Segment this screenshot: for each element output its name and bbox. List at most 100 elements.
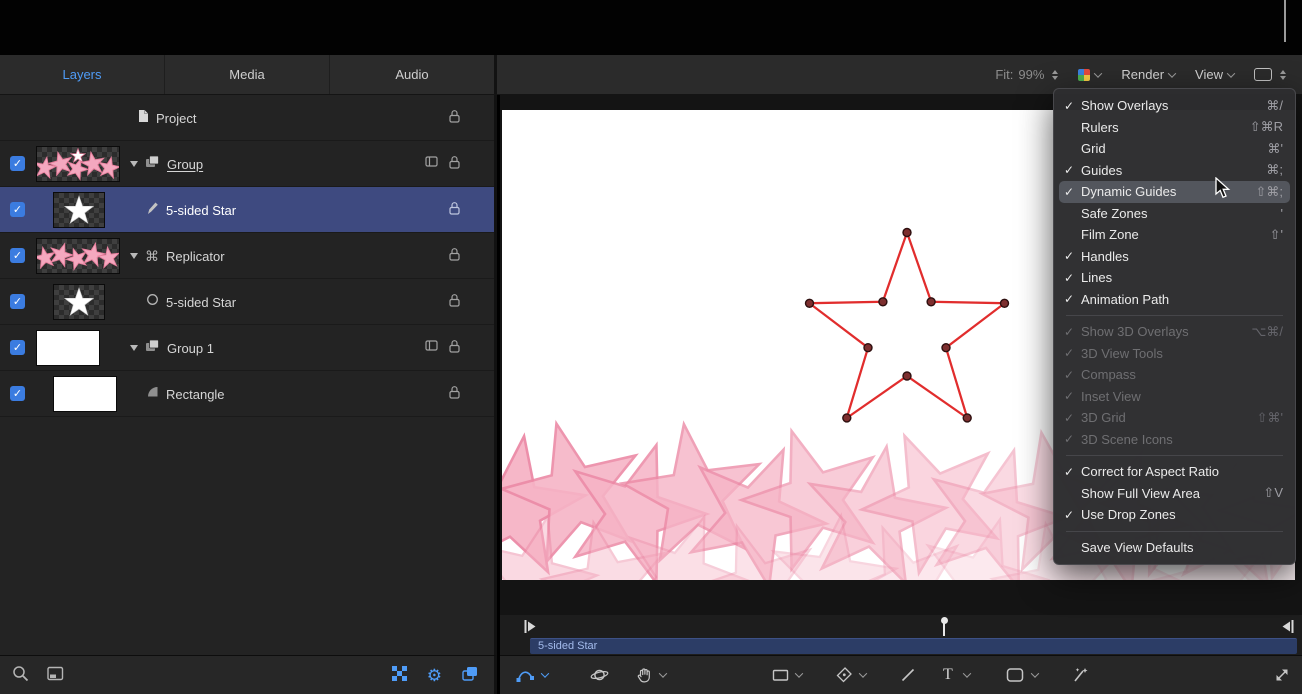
layer-label: Group 1 xyxy=(167,341,214,356)
menu-item-dynamic-guides[interactable]: ✓Dynamic Guides⇧⌘; xyxy=(1059,181,1290,203)
disclosure-triangle[interactable] xyxy=(130,253,138,259)
menu-anchor-line xyxy=(1284,0,1286,42)
fit-control[interactable]: Fit: 99% xyxy=(995,67,1058,82)
tab-audio[interactable]: Audio xyxy=(330,55,494,94)
layer-row-5-sided-star[interactable]: ✓ 5-sided Star xyxy=(0,187,494,233)
tab-media[interactable]: Media xyxy=(165,55,330,94)
menu-item-correct-for-aspect-ratio[interactable]: ✓Correct for Aspect Ratio xyxy=(1059,461,1290,483)
layer-label: Group xyxy=(167,157,203,172)
fit-value: 99% xyxy=(1018,67,1044,82)
bezier-tool-chevron-icon[interactable] xyxy=(860,672,866,678)
fit-stepper-icon[interactable] xyxy=(1052,70,1058,80)
panel-tabs: Layers Media Audio xyxy=(0,55,497,94)
lock-icon[interactable] xyxy=(448,155,461,174)
group-badge-icon[interactable] xyxy=(425,339,438,357)
visibility-checkbox[interactable]: ✓ xyxy=(10,294,25,309)
behaviors-gear-icon[interactable]: ⚙ xyxy=(427,667,442,684)
visibility-checkbox[interactable]: ✓ xyxy=(10,202,25,217)
playhead[interactable] xyxy=(943,618,945,636)
tab-layers[interactable]: Layers xyxy=(0,55,165,94)
selected-star-outline[interactable] xyxy=(809,233,1004,419)
menu-item-show-3d-overlays: ✓Show 3D Overlays⌥⌘/ xyxy=(1059,321,1290,343)
search-icon[interactable] xyxy=(12,665,29,687)
replicator-icon: ⌘ xyxy=(145,249,159,263)
menu-item-handles[interactable]: ✓Handles xyxy=(1059,246,1290,268)
mini-timeline: 5-sided Star xyxy=(500,615,1302,655)
adjust-wand-icon[interactable] xyxy=(1072,667,1090,684)
disclosure-triangle[interactable] xyxy=(130,161,138,167)
lock-icon[interactable] xyxy=(448,109,461,128)
menu-item-animation-path[interactable]: ✓Animation Path xyxy=(1059,289,1290,311)
layer-label: 5-sided Star xyxy=(166,203,236,218)
menu-separator xyxy=(1066,531,1283,532)
layer-thumbnail xyxy=(36,330,100,366)
menu-item-show-overlays[interactable]: ✓Show Overlays⌘/ xyxy=(1059,95,1290,117)
line-tool[interactable] xyxy=(900,667,916,683)
menu-item-lines[interactable]: ✓Lines xyxy=(1059,267,1290,289)
layout-stepper-icon xyxy=(1280,70,1286,80)
pan-tool-chevron-icon[interactable] xyxy=(660,672,666,678)
menu-item-3d-grid: ✓3D Grid⇧⌘' xyxy=(1059,407,1290,429)
menu-item-film-zone[interactable]: Film Zone⇧' xyxy=(1059,224,1290,246)
layer-row-project[interactable]: Project xyxy=(0,95,494,141)
visibility-checkbox[interactable]: ✓ xyxy=(10,248,25,263)
visibility-checkbox[interactable]: ✓ xyxy=(10,340,25,355)
layer-row-replicator[interactable]: ✓ ⌘ Replicator xyxy=(0,233,494,279)
drop-zone-tool[interactable] xyxy=(1006,667,1024,684)
menu-item-rulers[interactable]: Rulers⇧⌘R xyxy=(1059,117,1290,139)
layer-row-5-sided-star-2[interactable]: ✓ 5-sided Star xyxy=(0,279,494,325)
motion-window: Layers Media Audio Fit: 99% Render View xyxy=(0,0,1302,694)
text-tool-chevron-icon[interactable] xyxy=(964,672,970,678)
view-options-menu: ✓Show Overlays⌘/ Rulers⇧⌘R Grid⌘' ✓Guide… xyxy=(1053,88,1296,565)
rectangle-tool-chevron-icon[interactable] xyxy=(796,672,802,678)
lock-icon[interactable] xyxy=(448,385,461,404)
play-range-in-marker[interactable] xyxy=(524,619,537,639)
lock-icon[interactable] xyxy=(448,247,461,266)
menu-item-compass: ✓Compass xyxy=(1059,364,1290,386)
view-layout-control[interactable] xyxy=(1254,68,1286,81)
timeline-track-bar[interactable]: 5-sided Star xyxy=(530,638,1297,654)
disclosure-triangle[interactable] xyxy=(130,345,138,351)
menu-item-3d-scene-icons: ✓3D Scene Icons xyxy=(1059,429,1290,451)
visibility-checkbox[interactable]: ✓ xyxy=(10,386,25,401)
layer-row-group-1[interactable]: ✓ Group 1 xyxy=(0,325,494,371)
text-tool[interactable]: T xyxy=(943,666,953,684)
rectangle-shape-icon xyxy=(146,385,159,403)
mouse-cursor xyxy=(1214,177,1231,204)
star-vertex-handles[interactable] xyxy=(806,229,1009,422)
menu-item-guides[interactable]: ✓Guides⌘; xyxy=(1059,160,1290,182)
mini-timeline-icon[interactable] xyxy=(47,666,64,686)
resize-handle-icon[interactable] xyxy=(1274,667,1290,683)
menu-item-use-drop-zones[interactable]: ✓Use Drop Zones xyxy=(1059,504,1290,526)
play-range-out-marker[interactable] xyxy=(1281,619,1294,639)
group-badge-icon[interactable] xyxy=(425,155,438,173)
visibility-checkbox[interactable]: ✓ xyxy=(10,156,25,171)
layer-label: Rectangle xyxy=(166,387,225,402)
layer-thumbnail xyxy=(53,376,117,412)
layers-panels-icon[interactable] xyxy=(462,666,478,686)
layer-row-rectangle[interactable]: ✓ Rectangle xyxy=(0,371,494,417)
menu-separator xyxy=(1066,315,1283,316)
menu-item-grid[interactable]: Grid⌘' xyxy=(1059,138,1290,160)
project-file-icon xyxy=(138,109,149,128)
lock-icon[interactable] xyxy=(448,293,461,312)
lock-icon[interactable] xyxy=(448,201,461,220)
view-menu-button[interactable]: View xyxy=(1195,67,1234,82)
edit-points-tool-chevron-icon[interactable] xyxy=(542,672,548,678)
layer-row-group[interactable]: ✓ Group xyxy=(0,141,494,187)
layer-thumbnail xyxy=(36,238,120,274)
menu-item-safe-zones[interactable]: Safe Zones' xyxy=(1059,203,1290,225)
edit-points-tool[interactable] xyxy=(516,667,535,684)
pan-hand-icon[interactable] xyxy=(636,667,653,684)
lock-icon[interactable] xyxy=(448,339,461,358)
rectangle-tool[interactable] xyxy=(772,667,789,683)
bezier-pen-tool[interactable] xyxy=(836,667,853,684)
layer-thumbnail xyxy=(53,192,105,228)
render-menu-button[interactable]: Render xyxy=(1121,67,1175,82)
filters-checkerboard-icon[interactable] xyxy=(392,666,407,686)
orbit-3d-icon[interactable] xyxy=(590,667,609,684)
drop-zone-chevron-icon[interactable] xyxy=(1032,672,1038,678)
menu-item-show-full-view-area[interactable]: Show Full View Area⇧V xyxy=(1059,483,1290,505)
menu-item-save-view-defaults[interactable]: Save View Defaults xyxy=(1059,537,1290,559)
channels-control[interactable] xyxy=(1078,69,1101,81)
